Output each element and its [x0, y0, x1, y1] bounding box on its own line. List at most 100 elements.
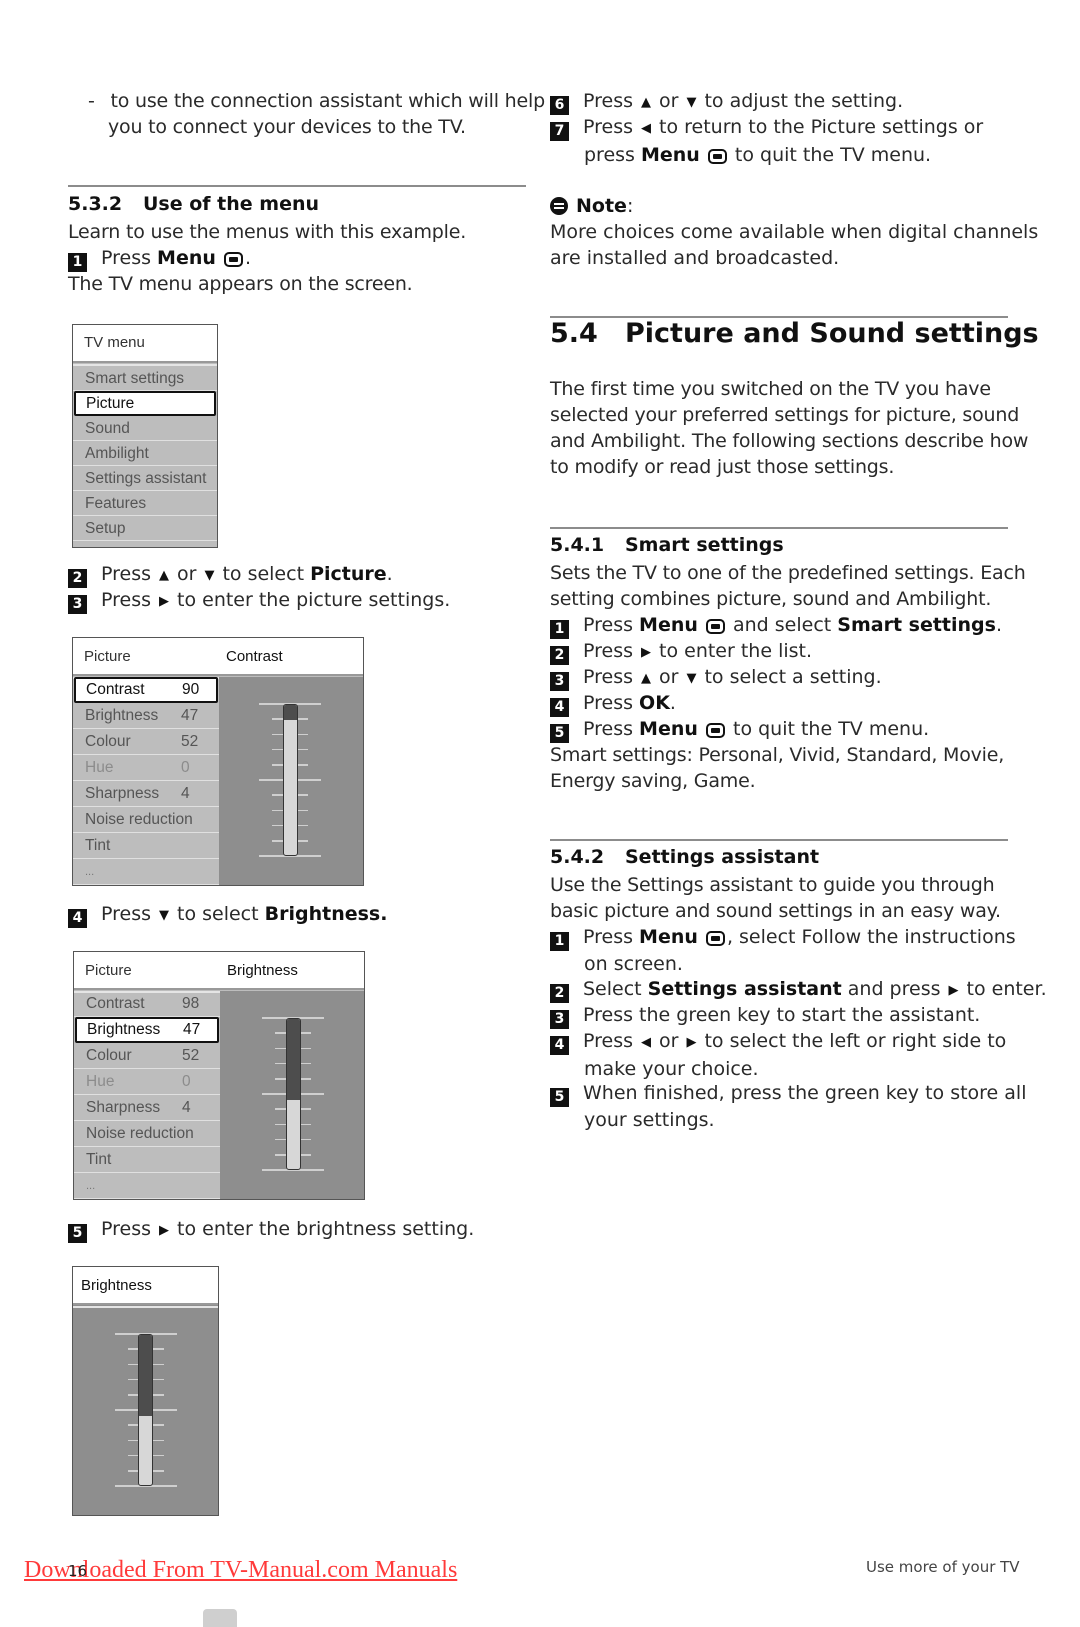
menu-title: Picture: [84, 648, 131, 665]
tv-menu-item[interactable]: Setup: [73, 516, 217, 541]
download-watermark-link[interactable]: Downloaded From TV-Manual.com Manuals: [24, 1557, 457, 1584]
picture-setting-row[interactable]: ...: [73, 859, 219, 885]
setting-label: Hue: [86, 1073, 115, 1090]
section-heading-5-4-1: 5.4.1 Smart settings: [550, 534, 784, 556]
step-text: Press: [583, 640, 634, 662]
arrow-up-icon: ▲: [641, 671, 652, 686]
picture-setting-row[interactable]: Hue 0: [73, 755, 219, 781]
step-number-badge: 2: [550, 984, 569, 1003]
step-1: 1 Press Menu .: [68, 245, 251, 272]
tv-menu-item[interactable]: Sound: [73, 416, 217, 441]
menu-title: Picture: [85, 962, 132, 979]
page-number: 16: [68, 1562, 88, 1580]
section-title: Picture and Sound settings: [625, 318, 1039, 349]
setting-value: 4: [182, 1099, 191, 1116]
step-text: or: [659, 90, 679, 112]
setting-value: 47: [183, 1021, 201, 1038]
brightness-setting-screen: Brightness: [72, 1266, 219, 1516]
step-bold: Brightness.: [264, 903, 388, 925]
picture-setting-row[interactable]: Sharpness 4: [74, 1095, 220, 1121]
picture-setting-row[interactable]: Sharpness 4: [73, 781, 219, 807]
step-text: to select the left or right side to: [704, 1030, 1007, 1052]
setting-label: Brightness: [85, 707, 159, 724]
step-text: .: [995, 614, 1003, 636]
step-text: Press: [583, 116, 634, 138]
setting-label: Contrast: [86, 995, 145, 1012]
step-text: your settings.: [584, 1109, 715, 1131]
picture-setting-row[interactable]: ...: [74, 1173, 220, 1199]
setting-label: Sharpness: [85, 785, 160, 802]
step-text: to quit the TV menu.: [728, 144, 932, 166]
section-number: 5.4: [550, 318, 598, 349]
tv-menu-item[interactable]: Features: [73, 491, 217, 516]
tv-menu-list: Smart settings Picture Sound Ambilight Setti…: [73, 366, 217, 541]
body-line: Smart settings: Personal, Vivid, Standar…: [550, 744, 1005, 766]
step-bold: Settings assistant: [647, 978, 842, 1000]
bullet-line-2: you to connect your devices to the TV.: [108, 116, 466, 138]
slider-track[interactable]: [138, 1334, 153, 1486]
picture-setting-row[interactable]: Contrast 98: [74, 991, 220, 1017]
picture-setting-row[interactable]: Hue 0: [74, 1069, 220, 1095]
setting-label: Noise reduction: [86, 1125, 194, 1142]
picture-setting-row[interactable]: Tint: [74, 1147, 220, 1173]
picture-settings-list: Contrast 98 Brightness 47 Colour 52 Hue 0 Sharpn…: [74, 991, 220, 1199]
menu-key-icon: [705, 931, 725, 946]
slider-panel: [220, 991, 364, 1199]
menu-key-label: Menu: [639, 614, 698, 636]
brightness-slider[interactable]: [262, 1017, 324, 1171]
section-heading-5-3-2: 5.3.2 Use of the menu: [68, 193, 319, 215]
section-divider: [68, 185, 526, 187]
menu-appears-text: The TV menu appears on the screen.: [68, 273, 413, 295]
setting-label: Noise reduction: [85, 811, 193, 828]
tv-menu-item[interactable]: Ambilight: [73, 441, 217, 466]
step-number-badge: 5: [550, 724, 569, 743]
step-text: Press: [583, 926, 640, 948]
slider-track[interactable]: [282, 704, 298, 856]
tv-menu-item[interactable]: Picture: [74, 391, 216, 416]
brightness-slider[interactable]: [114, 1333, 177, 1487]
step-number-badge: 1: [68, 253, 87, 272]
picture-setting-row[interactable]: Noise reduction: [74, 1121, 220, 1147]
menu-key-label: Menu: [639, 926, 698, 948]
setting-value: 98: [182, 995, 200, 1012]
picture-setting-row[interactable]: Brightness 47: [73, 703, 219, 729]
section-heading-5-4-2: 5.4.2 Settings assistant: [550, 846, 819, 868]
step-5: 5 When finished, press the green key to s…: [550, 1080, 1027, 1133]
setting-value: 0: [181, 759, 190, 776]
tv-menu-item-label: Features: [85, 495, 147, 512]
setting-label: ...: [86, 1180, 96, 1192]
arrow-up-icon: ▲: [159, 568, 170, 583]
tv-menu-item[interactable]: Settings assistant: [73, 466, 217, 491]
step-5: 5 Press ▶ to enter the brightness setting.: [68, 1216, 474, 1244]
step-number-badge: 5: [550, 1088, 569, 1107]
menu-key-icon: [707, 149, 727, 164]
section-number: 5.4.1: [550, 534, 605, 556]
step-text: to enter the picture settings.: [177, 589, 451, 611]
step-6: 6 Press ▲ or ▼ to adjust the setting.: [550, 88, 903, 116]
step-text: to select a setting.: [704, 666, 882, 688]
scroll-tab[interactable]: [203, 1609, 237, 1627]
picture-setting-row[interactable]: Colour 52: [73, 729, 219, 755]
step-4: 4 Press ◀ or ▶ to select the left or right si…: [550, 1028, 1006, 1082]
tv-menu-item[interactable]: Smart settings: [73, 366, 217, 391]
ok-key-label: OK: [639, 692, 670, 714]
tv-menu-item-label: Setup: [85, 520, 126, 537]
step-text: Press the green key to start the assista…: [583, 1004, 981, 1026]
picture-setting-row[interactable]: Colour 52: [74, 1043, 220, 1069]
picture-setting-row[interactable]: Tint: [73, 833, 219, 859]
picture-setting-row[interactable]: Brightness 47: [75, 1017, 219, 1043]
setting-label: Contrast: [86, 681, 145, 698]
setting-value: 47: [181, 707, 199, 724]
contrast-slider[interactable]: [259, 703, 321, 857]
step-number-badge: 3: [550, 1010, 569, 1029]
picture-setting-row[interactable]: Noise reduction: [73, 807, 219, 833]
section-title: Settings assistant: [625, 846, 820, 868]
picture-setting-row[interactable]: Contrast 90: [74, 677, 218, 703]
tv-menu-item-label: Picture: [86, 395, 135, 412]
step-5: 5 Press Menu to quit the TV menu.: [550, 716, 929, 743]
setting-label: Brightness: [87, 1021, 161, 1038]
step-text: make your choice.: [584, 1058, 759, 1080]
tv-menu-item-label: Sound: [85, 420, 130, 437]
slider-track[interactable]: [285, 1018, 301, 1170]
step-text: to enter.: [966, 978, 1047, 1000]
